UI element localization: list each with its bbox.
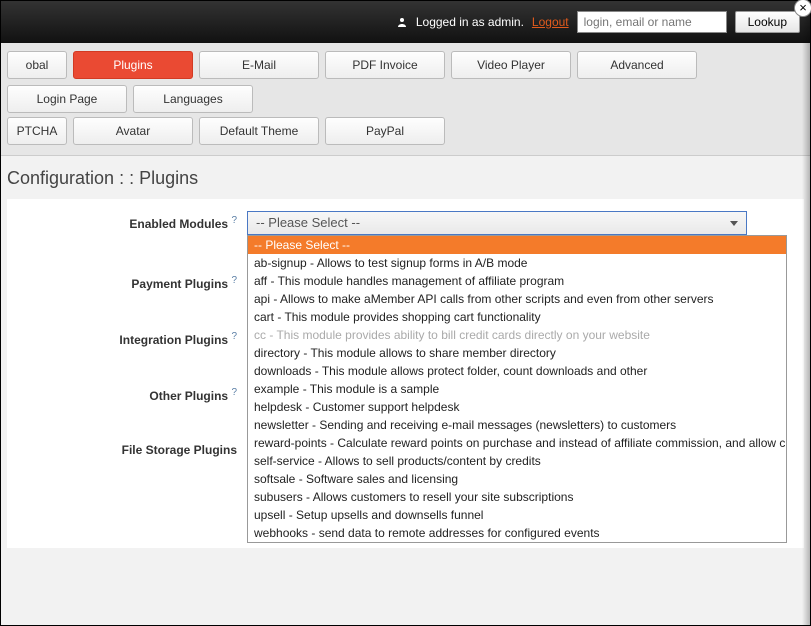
tab-advanced[interactable]: Advanced xyxy=(577,51,697,79)
tab-default-theme[interactable]: Default Theme xyxy=(199,117,319,145)
dropdown-option[interactable]: subusers - Allows customers to resell yo… xyxy=(248,488,786,506)
dropdown-option[interactable]: self-service - Allows to sell products/c… xyxy=(248,452,786,470)
dropdown-option[interactable]: api - Allows to make aMember API calls f… xyxy=(248,290,786,308)
help-icon[interactable]: ? xyxy=(231,275,237,286)
dropdown-option[interactable]: -- Please Select -- xyxy=(248,236,786,254)
user-icon xyxy=(396,16,408,28)
dropdown-option[interactable]: upsell - Setup upsells and downsells fun… xyxy=(248,506,786,524)
payment-plugins-label: Payment Plugins ? xyxy=(17,271,247,291)
dropdown-option[interactable]: newsletter - Sending and receiving e-mai… xyxy=(248,416,786,434)
dropdown-option[interactable]: aff - This module handles management of … xyxy=(248,272,786,290)
other-plugins-label: Other Plugins ? xyxy=(17,383,247,403)
tab-e-mail[interactable]: E-Mail xyxy=(199,51,319,79)
dropdown-option[interactable]: softsale - Software sales and licensing xyxy=(248,470,786,488)
enabled-modules-select[interactable]: -- Please Select -- xyxy=(247,211,747,235)
dropdown-option[interactable]: cart - This module provides shopping car… xyxy=(248,308,786,326)
dropdown-option[interactable]: webhooks - send data to remote addresses… xyxy=(248,524,786,542)
dropdown-option[interactable]: reward-points - Calculate reward points … xyxy=(248,434,786,452)
tab-languages[interactable]: Languages xyxy=(133,85,253,113)
tab-video-player[interactable]: Video Player xyxy=(451,51,571,79)
page-title: Configuration : : Plugins xyxy=(1,156,810,199)
user-search-input[interactable] xyxy=(577,11,727,33)
lookup-button[interactable]: Lookup xyxy=(735,11,800,33)
config-tabs: obalPluginsE-MailPDF InvoiceVideo Player… xyxy=(1,43,810,156)
close-icon[interactable]: × xyxy=(794,0,811,17)
tab-login-page[interactable]: Login Page xyxy=(7,85,127,113)
tab-pdf-invoice[interactable]: PDF Invoice xyxy=(325,51,445,79)
tab-plugins[interactable]: Plugins xyxy=(73,51,193,79)
dropdown-option[interactable]: ab-signup - Allows to test signup forms … xyxy=(248,254,786,272)
plugins-form: Enabled Modules ? -- Please Select -- --… xyxy=(7,199,804,548)
dropdown-option: cc - This module provides ability to bil… xyxy=(248,326,786,344)
file-storage-plugins-label: File Storage Plugins xyxy=(17,439,247,457)
tab-avatar[interactable]: Avatar xyxy=(73,117,193,145)
logout-link[interactable]: Logout xyxy=(532,15,569,29)
tab-obal[interactable]: obal xyxy=(7,51,67,79)
logged-in-text: Logged in as admin. xyxy=(416,15,524,29)
dropdown-option[interactable]: helpdesk - Customer support helpdesk xyxy=(248,398,786,416)
help-icon[interactable]: ? xyxy=(231,331,237,342)
tab-ptcha[interactable]: PTCHA xyxy=(7,117,67,145)
enabled-modules-dropdown: -- Please Select --ab-signup - Allows to… xyxy=(247,235,787,543)
topbar: Logged in as admin. Logout Lookup xyxy=(1,1,810,43)
dropdown-option[interactable]: example - This module is a sample xyxy=(248,380,786,398)
dropdown-option[interactable]: downloads - This module allows protect f… xyxy=(248,362,786,380)
help-icon[interactable]: ? xyxy=(231,387,237,398)
enabled-modules-label: Enabled Modules ? xyxy=(17,211,247,231)
help-icon[interactable]: ? xyxy=(231,215,237,226)
tab-paypal[interactable]: PayPal xyxy=(325,117,445,145)
integration-plugins-label: Integration Plugins ? xyxy=(17,327,247,347)
dropdown-option[interactable]: directory - This module allows to share … xyxy=(248,344,786,362)
